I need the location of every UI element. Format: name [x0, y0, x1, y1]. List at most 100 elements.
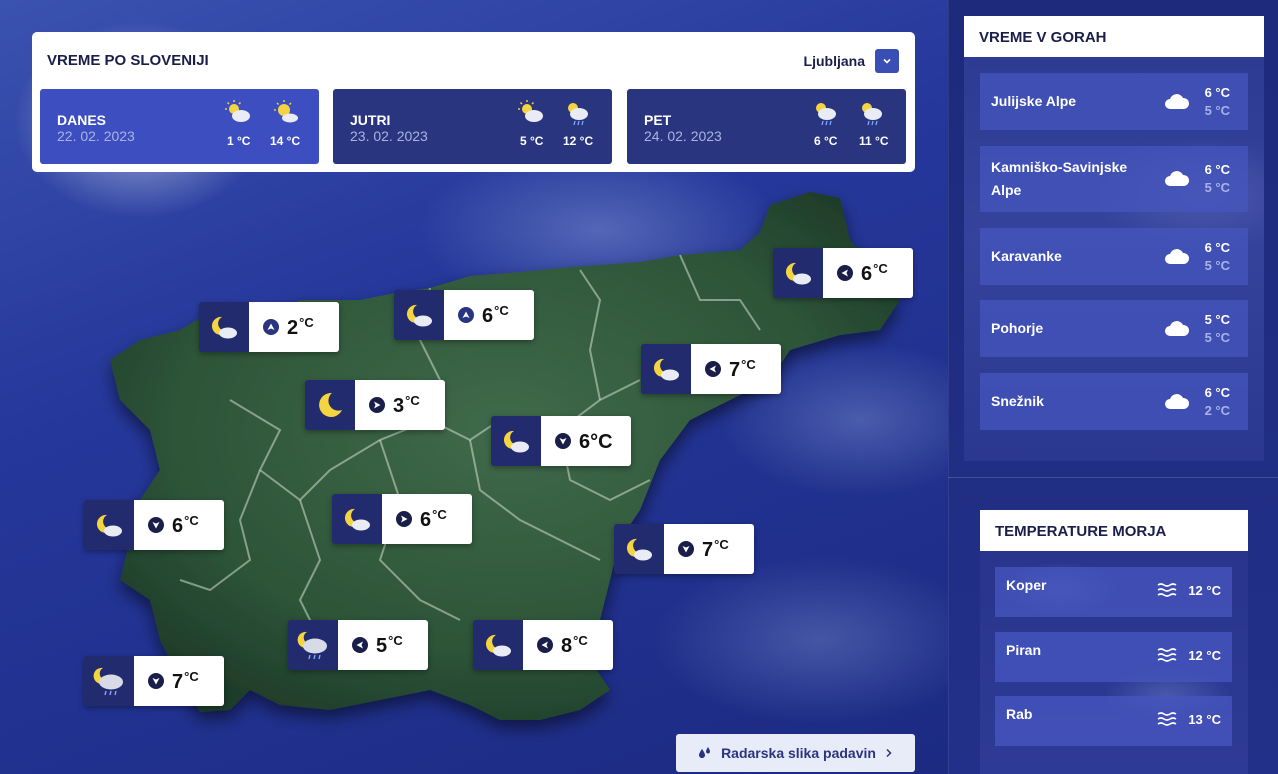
label-temp: 6°C [420, 506, 447, 531]
day-name: JUTRI [350, 112, 391, 128]
day-temp-max: 14 °C [270, 134, 301, 148]
map-location-label[interactable]: 7°C [84, 656, 224, 706]
moon-cloud-icon [84, 500, 134, 550]
label-temp: 7°C [729, 356, 756, 381]
label-value: 7°C [664, 524, 754, 574]
label-value: 5°C [338, 620, 428, 670]
mountain-temp-high: 5 °C [1204, 311, 1230, 327]
radar-button[interactable]: Radarska slika padavin [676, 734, 915, 772]
mountain-temps: 6 °C 5 °C [1205, 84, 1230, 120]
label-temp: 6°C [861, 260, 888, 285]
cloud-icon [1165, 248, 1190, 264]
wind-up-icon [458, 307, 474, 323]
cloud-icon [1165, 320, 1190, 336]
mountain-temps: 6 °C 5 °C [1205, 239, 1230, 275]
sea-temp: 12 °C [1188, 583, 1221, 598]
cloud-icon [1165, 393, 1190, 409]
sun-cloud-icon [518, 100, 543, 122]
waves-icon [1157, 648, 1177, 662]
mountain-name: Karavanke [991, 248, 1062, 264]
map-location-label[interactable]: 6°C [332, 494, 472, 544]
moon-cloud-icon [473, 620, 523, 670]
wind-left-icon [705, 361, 721, 377]
mountain-row[interactable]: Snežnik 6 °C 2 °C [980, 373, 1248, 430]
map-location-label[interactable]: 5°C [288, 620, 428, 670]
city-dropdown-button[interactable] [875, 49, 899, 73]
label-value: 6°C [134, 500, 224, 550]
day-temp-min: 1 °C [227, 134, 251, 148]
label-value: 2°C [249, 302, 339, 352]
wind-left-icon [537, 637, 553, 653]
sun-cloud-icon [225, 100, 250, 122]
moon-cloud-icon [614, 524, 664, 574]
mountain-temp-high: 6 °C [1204, 384, 1230, 400]
sea-row[interactable]: Piran 12 °C [995, 632, 1232, 682]
mountain-temp-low: 5 °C [1204, 329, 1230, 345]
label-value: 7°C [134, 656, 224, 706]
label-temp: 6°C [482, 302, 509, 327]
map-location-label[interactable]: 8°C [473, 620, 613, 670]
wind-down-icon [555, 433, 571, 449]
wind-right-icon [369, 397, 385, 413]
mountain-row[interactable]: Julijske Alpe 6 °C 5 °C [980, 73, 1248, 130]
sea-row[interactable]: Rab 13 °C [995, 696, 1232, 746]
mountains-title: VREME V GORAH [964, 16, 1264, 57]
mountain-temp-low: 5 °C [1204, 102, 1230, 118]
label-value: 8°C [523, 620, 613, 670]
label-value: 3°C [355, 380, 445, 430]
mountain-temp-high: 6 °C [1204, 162, 1230, 177]
mountain-row[interactable]: Karavanke 6 °C 5 °C [980, 228, 1248, 285]
mountain-name: Pohorje [991, 320, 1044, 336]
map-location-label[interactable]: 7°C [641, 344, 781, 394]
label-value: 6°C [382, 494, 472, 544]
forecast-panel: VREME PO SLOVENIJI Ljubljana DANES 22. 0… [32, 32, 915, 172]
mountain-temp-low: 5 °C [1204, 180, 1230, 195]
map-location-label[interactable]: 6°C [773, 248, 913, 298]
moon-cloud-icon [332, 494, 382, 544]
day-card-today[interactable]: DANES 22. 02. 2023 1 °C 14 °C [40, 89, 319, 164]
day-card-tomorrow[interactable]: JUTRI 23. 02. 2023 5 °C 12 °C [333, 89, 612, 164]
map-location-label[interactable]: 6°C [394, 290, 534, 340]
label-value: 6°C [823, 248, 913, 298]
day-name: PET [644, 112, 672, 128]
day-card-friday[interactable]: PET 24. 02. 2023 6 °C 11 °C [627, 89, 906, 164]
city-select[interactable]: Ljubljana [804, 49, 899, 73]
label-value: 7°C [691, 344, 781, 394]
mountain-temp-low: 5 °C [1204, 257, 1230, 273]
radar-button-label: Radarska slika padavin [721, 745, 876, 761]
mountain-name: Kamniško-Savinjske Alpe [991, 159, 1128, 198]
day-temp-max: 12 °C [563, 134, 594, 148]
mountain-name: Snežnik [991, 393, 1044, 409]
city-name: Ljubljana [803, 53, 865, 69]
mountains-panel: VREME V GORAH Julijske Alpe 6 °C 5 °C Kamni… [964, 16, 1264, 461]
sea-row[interactable]: Koper 12 °C [995, 567, 1232, 617]
label-temp: 6°C [579, 430, 613, 453]
map-location-label[interactable]: 7°C [614, 524, 754, 574]
wind-down-icon [678, 541, 694, 557]
map-location-label[interactable]: 6°C [84, 500, 224, 550]
map-location-label[interactable]: 2°C [199, 302, 339, 352]
raindrops-icon [699, 747, 711, 758]
mountain-row[interactable]: Pohorje 5 °C 5 °C [980, 300, 1248, 357]
sun-rain-cloud-icon [862, 103, 882, 126]
mountain-row[interactable]: Kamniško-Savinjske Alpe 6 °C 5 °C [980, 146, 1248, 212]
map-location-label[interactable]: 3°C [305, 380, 445, 430]
wind-down-icon [148, 673, 164, 689]
moon-cloud-icon [641, 344, 691, 394]
day-date: 24. 02. 2023 [644, 128, 722, 144]
sea-location-name: Koper [1006, 577, 1047, 593]
label-temp: 6°C [172, 512, 199, 537]
moon-cloud-icon [394, 290, 444, 340]
label-temp: 3°C [393, 392, 420, 417]
label-temp: 7°C [702, 536, 729, 561]
moon-cloud-icon [773, 248, 823, 298]
map-location-label[interactable]: 6°C [491, 416, 631, 466]
cloud-icon [1165, 171, 1190, 186]
mountain-temps: 6 °C 5 °C [1205, 161, 1230, 197]
label-temp: 2°C [287, 314, 314, 339]
wind-left-icon [837, 265, 853, 281]
sea-panel: TEMPERATURE MORJA Koper 12 °C Piran 12 °C Ra… [980, 510, 1248, 774]
label-temp: 5°C [376, 632, 403, 657]
day-date: 23. 02. 2023 [350, 128, 428, 144]
sun-rain-cloud-icon [816, 103, 836, 126]
